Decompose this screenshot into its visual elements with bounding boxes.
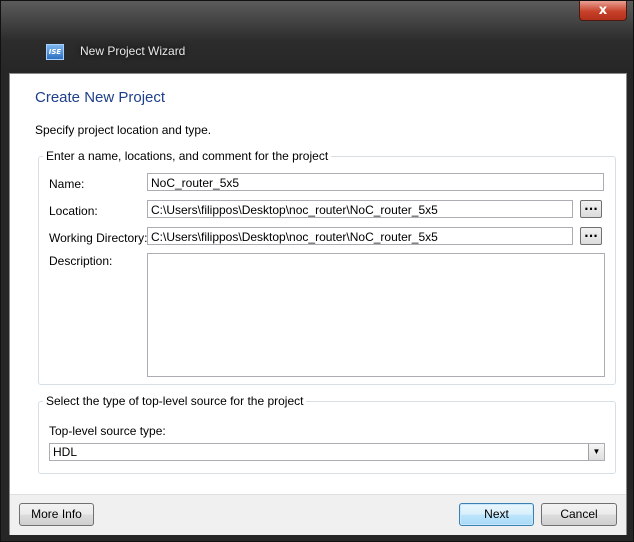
location-label: Location: xyxy=(49,204,98,218)
working-directory-label: Working Directory: xyxy=(49,231,148,245)
source-type-select[interactable]: HDL ▼ xyxy=(49,443,605,461)
source-type-legend: Select the type of top-level source for … xyxy=(46,394,304,408)
description-label: Description: xyxy=(49,254,113,268)
ise-app-icon: ISE xyxy=(46,44,64,60)
source-type-label: Top-level source type: xyxy=(49,424,166,438)
project-details-legend: Enter a name, locations, and comment for… xyxy=(46,149,329,163)
cancel-button[interactable]: Cancel xyxy=(541,503,617,526)
next-button[interactable]: Next xyxy=(459,503,534,526)
name-field[interactable]: NoC_router_5x5 xyxy=(147,173,604,191)
location-field[interactable]: C:\Users\filippos\Desktop\noc_router\NoC… xyxy=(147,200,573,218)
description-field[interactable] xyxy=(147,253,605,377)
wizard-content: Create New Project Specify project locat… xyxy=(9,73,627,535)
page-title: Create New Project xyxy=(35,89,166,106)
working-directory-field[interactable]: C:\Users\filippos\Desktop\noc_router\NoC… xyxy=(147,227,573,245)
wizard-footer: More Info Next Cancel xyxy=(10,494,626,535)
title-bar: ISE New Project Wizard x xyxy=(1,1,633,73)
location-browse-button[interactable]: ... xyxy=(580,200,602,218)
chevron-down-icon[interactable]: ▼ xyxy=(588,444,604,460)
window-title: New Project Wizard xyxy=(80,44,186,58)
working-directory-browse-button[interactable]: ... xyxy=(580,227,602,245)
name-label: Name: xyxy=(49,177,85,191)
source-type-value: HDL xyxy=(53,445,78,459)
close-button[interactable]: x xyxy=(579,1,627,21)
page-description: Specify project location and type. xyxy=(35,123,212,137)
more-info-button[interactable]: More Info xyxy=(19,503,94,526)
new-project-wizard-window: ISE New Project Wizard x Create New Proj… xyxy=(0,0,634,542)
